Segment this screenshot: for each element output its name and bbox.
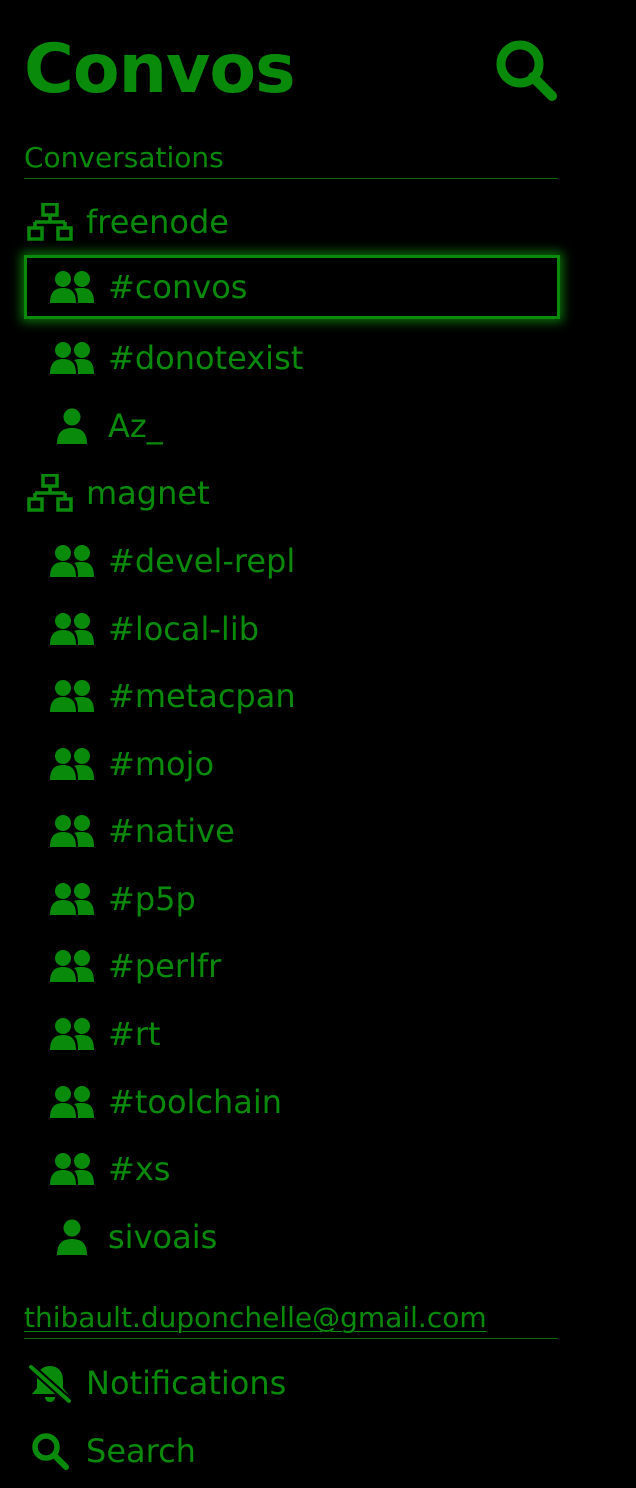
users-icon <box>48 811 96 851</box>
users-icon <box>48 1014 96 1054</box>
users-icon <box>48 1082 96 1122</box>
conversations-heading: Conversations <box>24 142 558 179</box>
conversation-item-toolchain[interactable]: #toolchain <box>24 1070 560 1134</box>
conversation-label: Az_ <box>108 407 163 445</box>
conversation-item-devel-repl[interactable]: #devel-repl <box>24 529 560 593</box>
network-icon <box>26 202 74 242</box>
connection-freenode[interactable]: freenode <box>24 190 560 254</box>
users-icon <box>48 541 96 581</box>
sidebar: Convos Conversations freenode #convos #d… <box>0 0 636 1488</box>
search-label: Search <box>86 1432 196 1470</box>
user-icon <box>48 1217 96 1257</box>
bell-slash-icon <box>26 1363 74 1403</box>
conversation-item-metacpan[interactable]: #metacpan <box>24 664 560 728</box>
user-email-link[interactable]: thibault.duponchelle@gmail.com <box>24 1302 558 1339</box>
search-button[interactable] <box>492 36 560 104</box>
conversation-label: #donotexist <box>108 339 304 377</box>
conversation-label: #convos <box>108 268 248 306</box>
notifications-label: Notifications <box>86 1364 287 1402</box>
connection-label: freenode <box>86 203 229 241</box>
notifications-link[interactable]: Notifications <box>24 1351 560 1415</box>
conversation-label: sivoais <box>108 1218 218 1256</box>
users-icon <box>48 1149 96 1189</box>
app-title[interactable]: Convos <box>24 26 296 114</box>
conversation-item-local-lib[interactable]: #local-lib <box>24 597 560 661</box>
users-icon <box>48 609 96 649</box>
connection-label: magnet <box>86 474 210 512</box>
conversation-label: #toolchain <box>108 1083 283 1121</box>
users-icon <box>48 267 96 307</box>
conversation-label: #devel-repl <box>108 542 296 580</box>
conversation-label: #xs <box>108 1150 171 1188</box>
conversation-item-p5p[interactable]: #p5p <box>24 867 560 931</box>
users-icon <box>48 338 96 378</box>
conversation-item-convos[interactable]: #convos <box>24 255 560 319</box>
search-icon <box>496 40 557 101</box>
connection-magnet[interactable]: magnet <box>24 461 560 525</box>
user-icon <box>48 406 96 446</box>
search-link[interactable]: Search <box>24 1419 560 1483</box>
conversation-label: #metacpan <box>108 677 296 715</box>
users-icon <box>48 676 96 716</box>
conversation-item-rt[interactable]: #rt <box>24 1002 560 1066</box>
search-icon <box>26 1431 74 1471</box>
conversation-label: #p5p <box>108 880 196 918</box>
conversation-item-mojo[interactable]: #mojo <box>24 732 560 796</box>
users-icon <box>48 946 96 986</box>
conversation-item-donotexist[interactable]: #donotexist <box>24 326 560 390</box>
conversation-item-sivoais[interactable]: sivoais <box>24 1205 560 1269</box>
conversation-label: #rt <box>108 1015 161 1053</box>
conversation-item-az[interactable]: Az_ <box>24 394 560 458</box>
conversation-label: #native <box>108 812 235 850</box>
header: Convos <box>24 22 560 118</box>
users-icon <box>48 879 96 919</box>
conversation-item-xs[interactable]: #xs <box>24 1137 560 1201</box>
conversation-label: #local-lib <box>108 610 260 648</box>
network-icon <box>26 473 74 513</box>
conversation-label: #mojo <box>108 745 215 783</box>
users-icon <box>48 744 96 784</box>
conversation-item-native[interactable]: #native <box>24 799 560 863</box>
conversation-item-perlfr[interactable]: #perlfr <box>24 934 560 998</box>
conversation-label: #perlfr <box>108 947 222 985</box>
